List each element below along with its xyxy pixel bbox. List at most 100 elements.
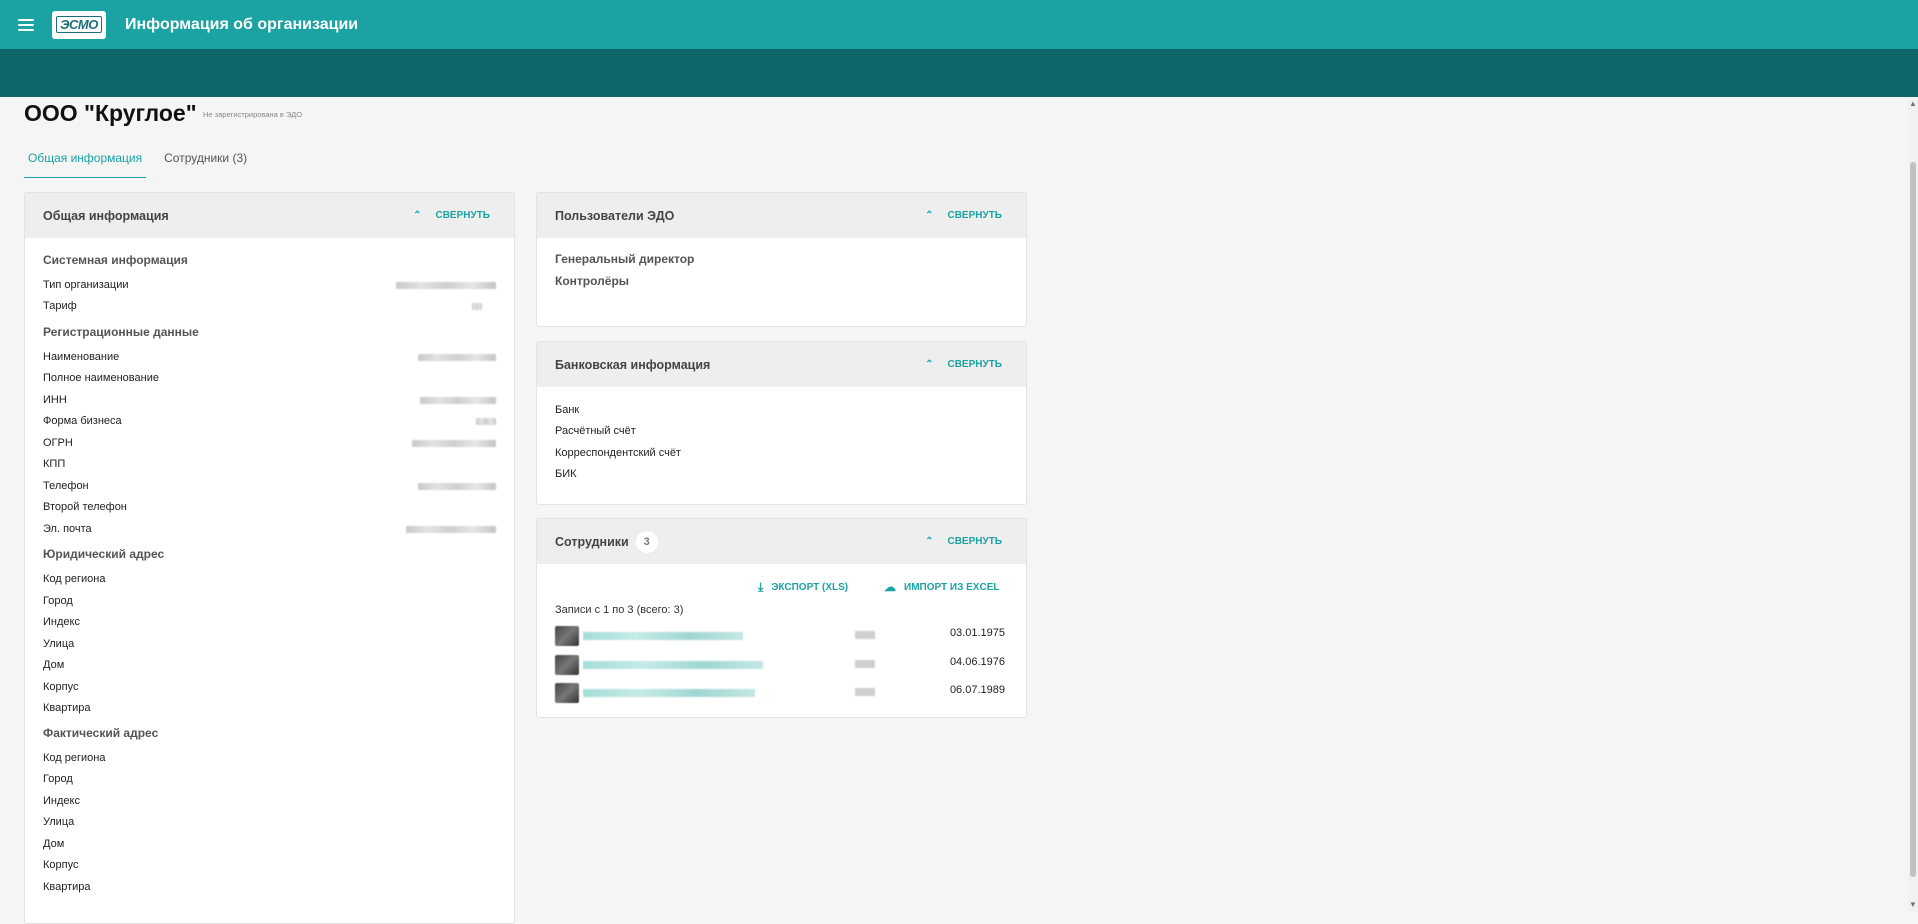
collapse-general-button[interactable]: ⌃ СВЕРНУТЬ [413, 210, 490, 221]
employee-name-link[interactable] [583, 661, 763, 669]
tab-bar: Общая информация Сотрудники (3) [24, 148, 265, 178]
actual-building-label: Корпус [43, 859, 79, 871]
redacted-value [418, 354, 496, 361]
general-info-card: Общая информация ⌃ СВЕРНУТЬ Системная ин… [24, 192, 515, 924]
registration-data-title: Регистрационные данные [43, 325, 199, 339]
edo-general-director: Генеральный директор [555, 252, 695, 266]
edo-controllers: Контролёры [555, 274, 630, 288]
legal-building-label: Корпус [43, 681, 79, 693]
general-info-header: Общая информация ⌃ СВЕРНУТЬ [25, 193, 514, 238]
collapse-label: СВЕРНУТЬ [947, 359, 1002, 370]
org-type-label: Тип организации [43, 279, 129, 291]
chevron-up-icon: ⌃ [925, 536, 934, 547]
sub-header-bar [0, 49, 1918, 97]
card-title: Сотрудники 3 [555, 530, 658, 553]
inn-label: ИНН [43, 394, 67, 406]
employee-short-value [855, 660, 875, 668]
collapse-label: СВЕРНУТЬ [947, 536, 1002, 547]
table-row[interactable]: 04.06.1976 [555, 653, 1005, 675]
avatar [555, 626, 579, 646]
logo-text: ЭСМО [56, 16, 102, 33]
bank-info-card: Банковская информация ⌃ СВЕРНУТЬ Банк Ра… [536, 341, 1027, 505]
employee-birth-date: 03.01.1975 [949, 627, 1005, 639]
tab-employees[interactable]: Сотрудники (3) [160, 148, 251, 178]
employee-birth-date: 04.06.1976 [949, 656, 1005, 668]
table-row[interactable]: 03.01.1975 [555, 624, 1005, 646]
redacted-value [420, 397, 496, 404]
chevron-up-icon: ⌃ [925, 210, 934, 221]
redacted-value [396, 282, 496, 289]
full-name-label: Полное наименование [43, 372, 159, 384]
scroll-up-icon[interactable]: ▲ [1909, 99, 1917, 108]
redacted-value [412, 440, 496, 447]
employees-card: Сотрудники 3 ⌃ СВЕРНУТЬ ⤓ ЭКСПОРТ (XLS) … [536, 518, 1027, 718]
collapse-edo-button[interactable]: ⌃ СВЕРНУТЬ [925, 210, 1002, 221]
email-label: Эл. почта [43, 523, 92, 535]
name-label: Наименование [43, 351, 120, 363]
actual-street-label: Улица [43, 816, 75, 828]
actual-region-code-label: Код региона [43, 752, 106, 764]
business-form-label: Форма бизнеса [43, 415, 122, 427]
system-info-title: Системная информация [43, 253, 188, 267]
collapse-bank-button[interactable]: ⌃ СВЕРНУТЬ [925, 359, 1002, 370]
bank-label: Банк [555, 404, 580, 416]
export-label: ЭКСПОРТ (XLS) [771, 582, 849, 593]
employees-title: Сотрудники [555, 534, 629, 549]
tab-general-info[interactable]: Общая информация [24, 148, 147, 178]
employee-short-value [855, 631, 875, 639]
avatar [555, 683, 579, 703]
cloud-upload-icon: ☁ [884, 580, 896, 594]
app-logo[interactable]: ЭСМО [52, 10, 106, 39]
collapse-employees-button[interactable]: ⌃ СВЕРНУТЬ [925, 536, 1002, 547]
scroll-thumb[interactable] [1910, 162, 1916, 877]
page-title: Информация об организации [125, 15, 359, 33]
download-icon: ⤓ [758, 580, 764, 594]
general-info-body: Системная информация Тип организации Тариф… [25, 238, 514, 918]
edo-users-card: Пользователи ЭДО ⌃ СВЕРНУТЬ Генеральный … [536, 192, 1027, 327]
employee-name-link[interactable] [583, 689, 755, 697]
ogrn-label: ОГРН [43, 437, 73, 449]
import-excel-button[interactable]: ☁ ИМПОРТ ИЗ EXCEL [884, 580, 999, 594]
legal-city-label: Город [43, 595, 73, 607]
card-title: Общая информация [43, 208, 169, 223]
corr-account-label: Корреспондентский счёт [555, 447, 681, 459]
actual-address-title: Фактический адрес [43, 726, 159, 740]
export-xls-button[interactable]: ⤓ ЭКСПОРТ (XLS) [758, 580, 848, 595]
actual-apartment-label: Квартира [43, 881, 91, 893]
redacted-value [476, 418, 496, 425]
employee-name-link[interactable] [583, 632, 743, 640]
second-phone-label: Второй телефон [43, 501, 127, 513]
actual-city-label: Город [43, 773, 73, 785]
collapse-label: СВЕРНУТЬ [435, 210, 490, 221]
settlement-account-label: Расчётный счёт [555, 425, 636, 437]
scroll-down-icon[interactable]: ▼ [1909, 900, 1917, 909]
legal-address-title: Юридический адрес [43, 547, 165, 561]
employees-body: ⤓ ЭКСПОРТ (XLS) ☁ ИМПОРТ ИЗ EXCEL Записи… [537, 564, 1026, 716]
redacted-value [406, 526, 496, 533]
legal-index-label: Индекс [43, 616, 80, 628]
legal-region-code-label: Код региона [43, 573, 106, 585]
edo-status-text: Не зарегистрирована в ЭДО [203, 110, 303, 119]
page-scrollbar[interactable]: ▲ ▼ [1908, 97, 1918, 912]
card-title: Банковская информация [555, 357, 711, 372]
import-label: ИМПОРТ ИЗ EXCEL [904, 581, 1000, 593]
legal-apartment-label: Квартира [43, 702, 91, 714]
actual-house-label: Дом [43, 838, 65, 850]
bank-info-header: Банковская информация ⌃ СВЕРНУТЬ [537, 342, 1026, 387]
legal-street-label: Улица [43, 638, 75, 650]
employee-birth-date: 06.07.1989 [949, 684, 1005, 696]
hamburger-icon[interactable] [18, 18, 34, 31]
avatar [555, 655, 579, 675]
employees-header: Сотрудники 3 ⌃ СВЕРНУТЬ [537, 519, 1026, 564]
records-count-text: Записи с 1 по 3 (всего: 3) [555, 604, 684, 616]
redacted-value [418, 483, 496, 490]
edo-users-header: Пользователи ЭДО ⌃ СВЕРНУТЬ [537, 193, 1026, 238]
chevron-up-icon: ⌃ [413, 210, 422, 221]
collapse-label: СВЕРНУТЬ [947, 210, 1002, 221]
card-title: Пользователи ЭДО [555, 208, 675, 223]
organization-name: ООО "Круглое" [24, 100, 197, 126]
actual-index-label: Индекс [43, 795, 80, 807]
table-row[interactable]: 06.07.1989 [555, 681, 1005, 703]
bik-label: БИК [555, 468, 577, 480]
legal-house-label: Дом [43, 659, 65, 671]
